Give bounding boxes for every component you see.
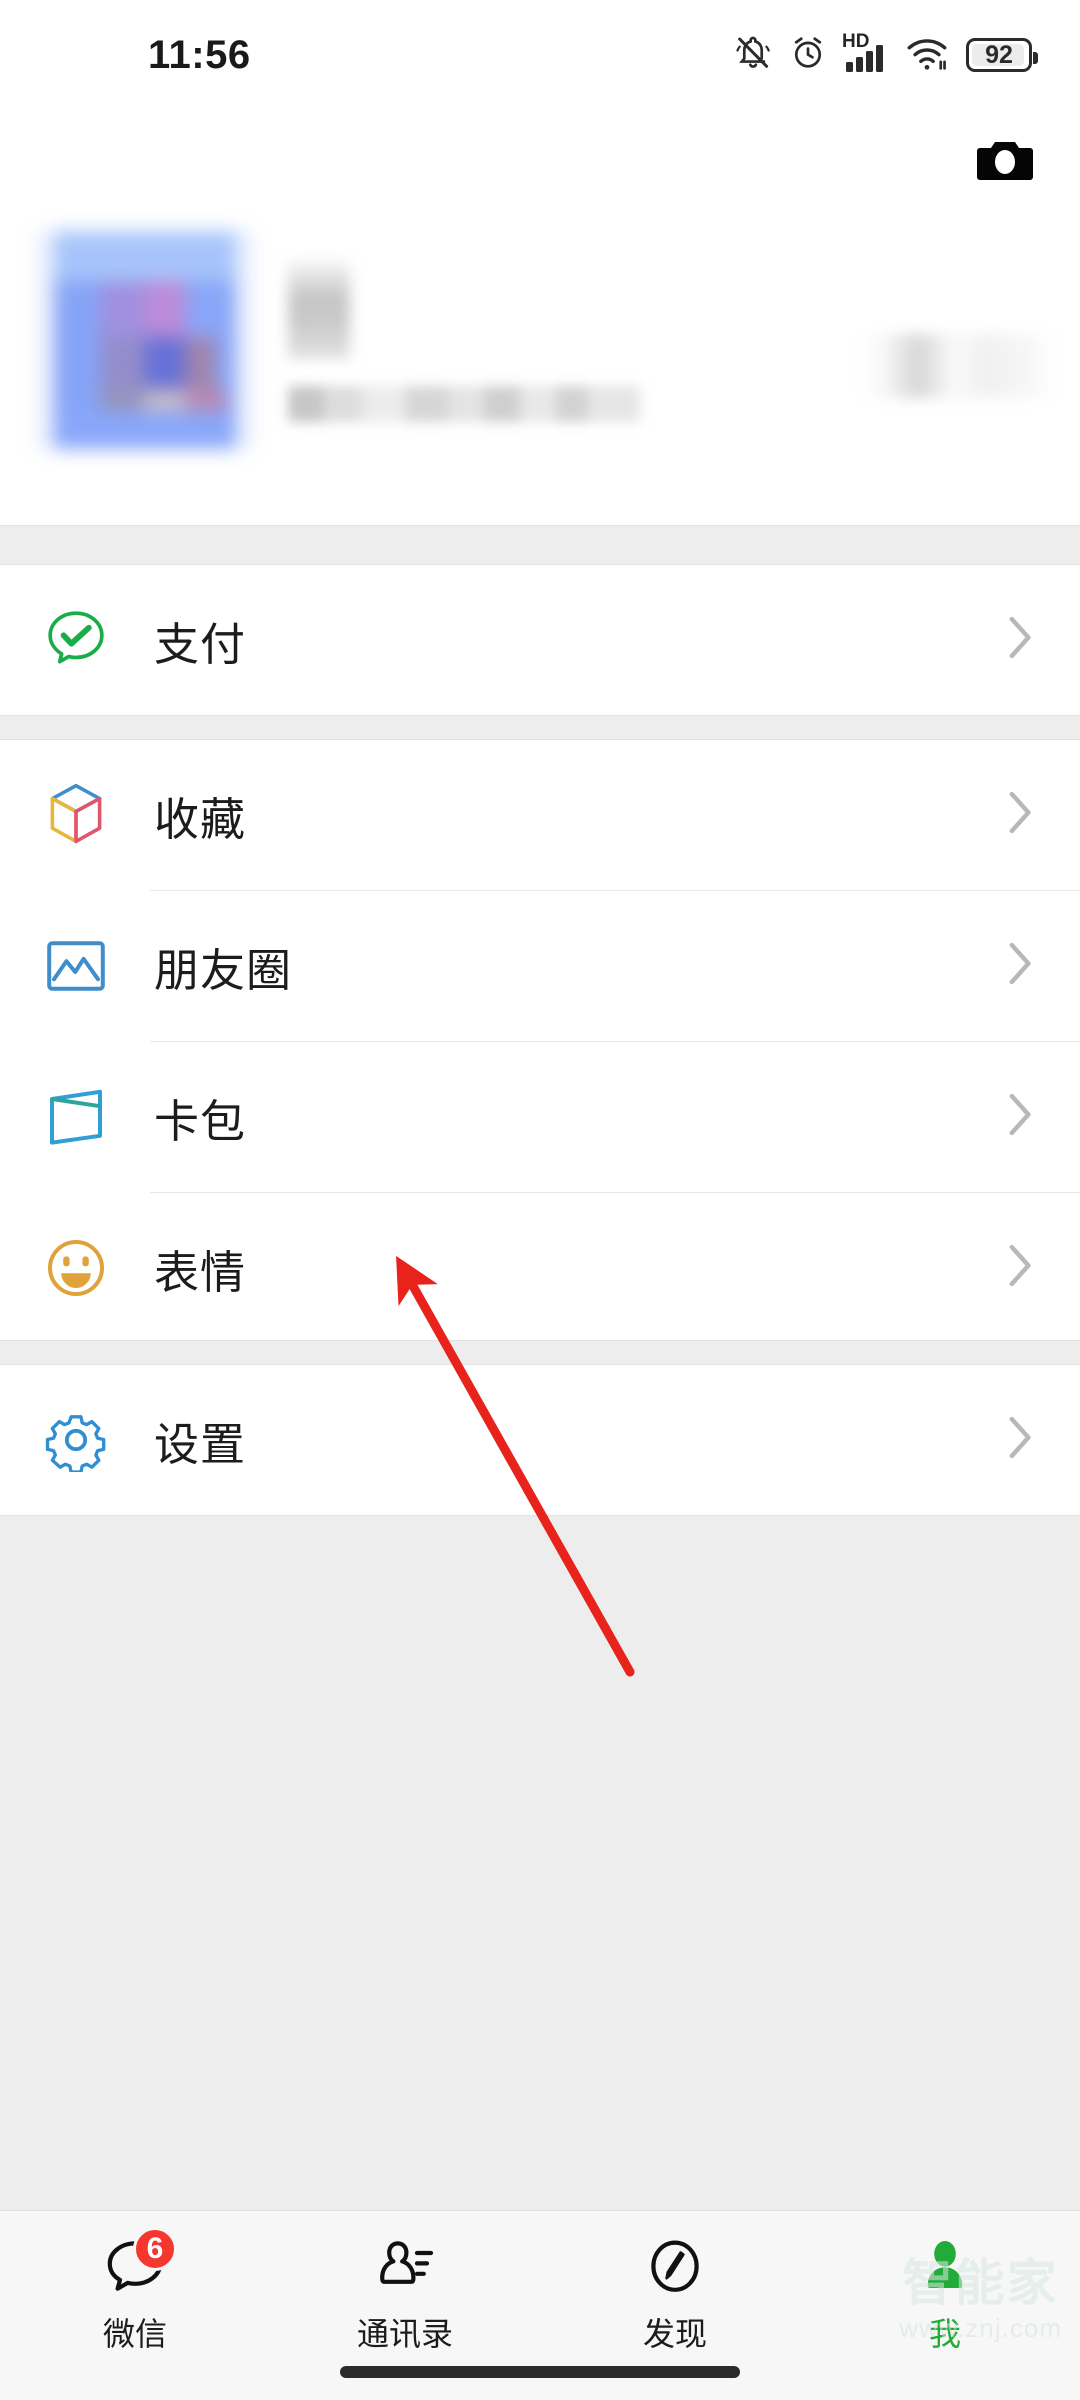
- contacts-icon[interactable]: [369, 2233, 441, 2301]
- settings-gear-icon: [40, 1404, 112, 1476]
- list-item-label: 收藏: [154, 792, 247, 846]
- chat-bubble-icon[interactable]: 6: [99, 2227, 177, 2301]
- list-item-label: 设置: [154, 1417, 247, 1471]
- profile-text: [288, 231, 808, 449]
- chevron-right-icon: [1006, 789, 1036, 842]
- profile-header[interactable]: [0, 110, 1080, 525]
- status-icons: HD 92: [734, 32, 1038, 77]
- chevron-right-icon: [1006, 1242, 1036, 1295]
- alarm-clock-icon: [789, 34, 827, 77]
- wechat-me-screen: 11:56 HD 92 支付 收藏 朋友圈 卡包 表情 设置 6 微信 通讯录 …: [0, 0, 1080, 2400]
- group-main: 收藏 朋友圈 卡包 表情: [0, 740, 1080, 1343]
- section-gap-3: [0, 1340, 1080, 1365]
- chevron-right-icon: [1006, 614, 1036, 667]
- list-item-label: 朋友圈: [154, 943, 293, 997]
- wechat-id: [288, 386, 640, 422]
- moments-icon: [40, 930, 112, 1002]
- chevron-right-icon: [1006, 940, 1036, 993]
- status-bar: 11:56 HD 92: [0, 0, 1080, 110]
- list-item-favorites[interactable]: 收藏: [0, 740, 1080, 890]
- unread-badge: 6: [133, 2227, 177, 2271]
- pay-icon: [40, 604, 112, 676]
- empty-area: [0, 1515, 1080, 2210]
- tab-label: 通讯录: [356, 2315, 453, 2353]
- mute-bell-icon: [734, 34, 772, 77]
- group-pay: 支付: [0, 565, 1080, 715]
- list-item-label: 卡包: [154, 1094, 247, 1148]
- list-item-stickers[interactable]: 表情: [0, 1193, 1080, 1343]
- tab-label: 微信: [102, 2315, 167, 2353]
- list-item-cards[interactable]: 卡包: [0, 1042, 1080, 1192]
- person-icon[interactable]: [909, 2233, 981, 2301]
- signal-bars-icon: HD: [842, 32, 888, 74]
- group-settings: 设置: [0, 1365, 1080, 1515]
- hd-label: HD: [842, 31, 870, 52]
- avatar[interactable]: [36, 231, 254, 449]
- list-item-moments[interactable]: 朋友圈: [0, 891, 1080, 1041]
- status-time: 11:56: [148, 32, 251, 77]
- tab-me[interactable]: 我: [810, 2211, 1080, 2400]
- section-gap-2: [0, 715, 1080, 740]
- battery-percent: 92: [985, 40, 1013, 69]
- nickname: [288, 259, 350, 359]
- qr-code-icon[interactable]: [858, 334, 1058, 398]
- list-item-settings[interactable]: 设置: [0, 1365, 1080, 1515]
- wifi-icon: [905, 34, 949, 77]
- tab-label: 我: [928, 2315, 961, 2353]
- tab-wechat[interactable]: 6 微信: [0, 2211, 270, 2400]
- chevron-right-icon: [1006, 1091, 1036, 1144]
- battery-icon: 92: [966, 38, 1038, 72]
- camera-icon[interactable]: [973, 132, 1037, 190]
- list-item-pay[interactable]: 支付: [0, 565, 1080, 715]
- compass-icon[interactable]: [639, 2233, 711, 2301]
- tab-label: 发现: [642, 2315, 707, 2353]
- bottom-tab-bar: 6 微信 通讯录 发现 我: [0, 2210, 1080, 2400]
- chevron-right-icon: [1006, 1414, 1036, 1467]
- list-item-label: 表情: [154, 1245, 247, 1299]
- cards-icon: [40, 1081, 112, 1153]
- favorites-icon: [40, 779, 112, 851]
- list-item-label: 支付: [154, 617, 247, 671]
- section-gap-1: [0, 525, 1080, 565]
- home-indicator: [340, 2366, 740, 2378]
- stickers-icon: [40, 1232, 112, 1304]
